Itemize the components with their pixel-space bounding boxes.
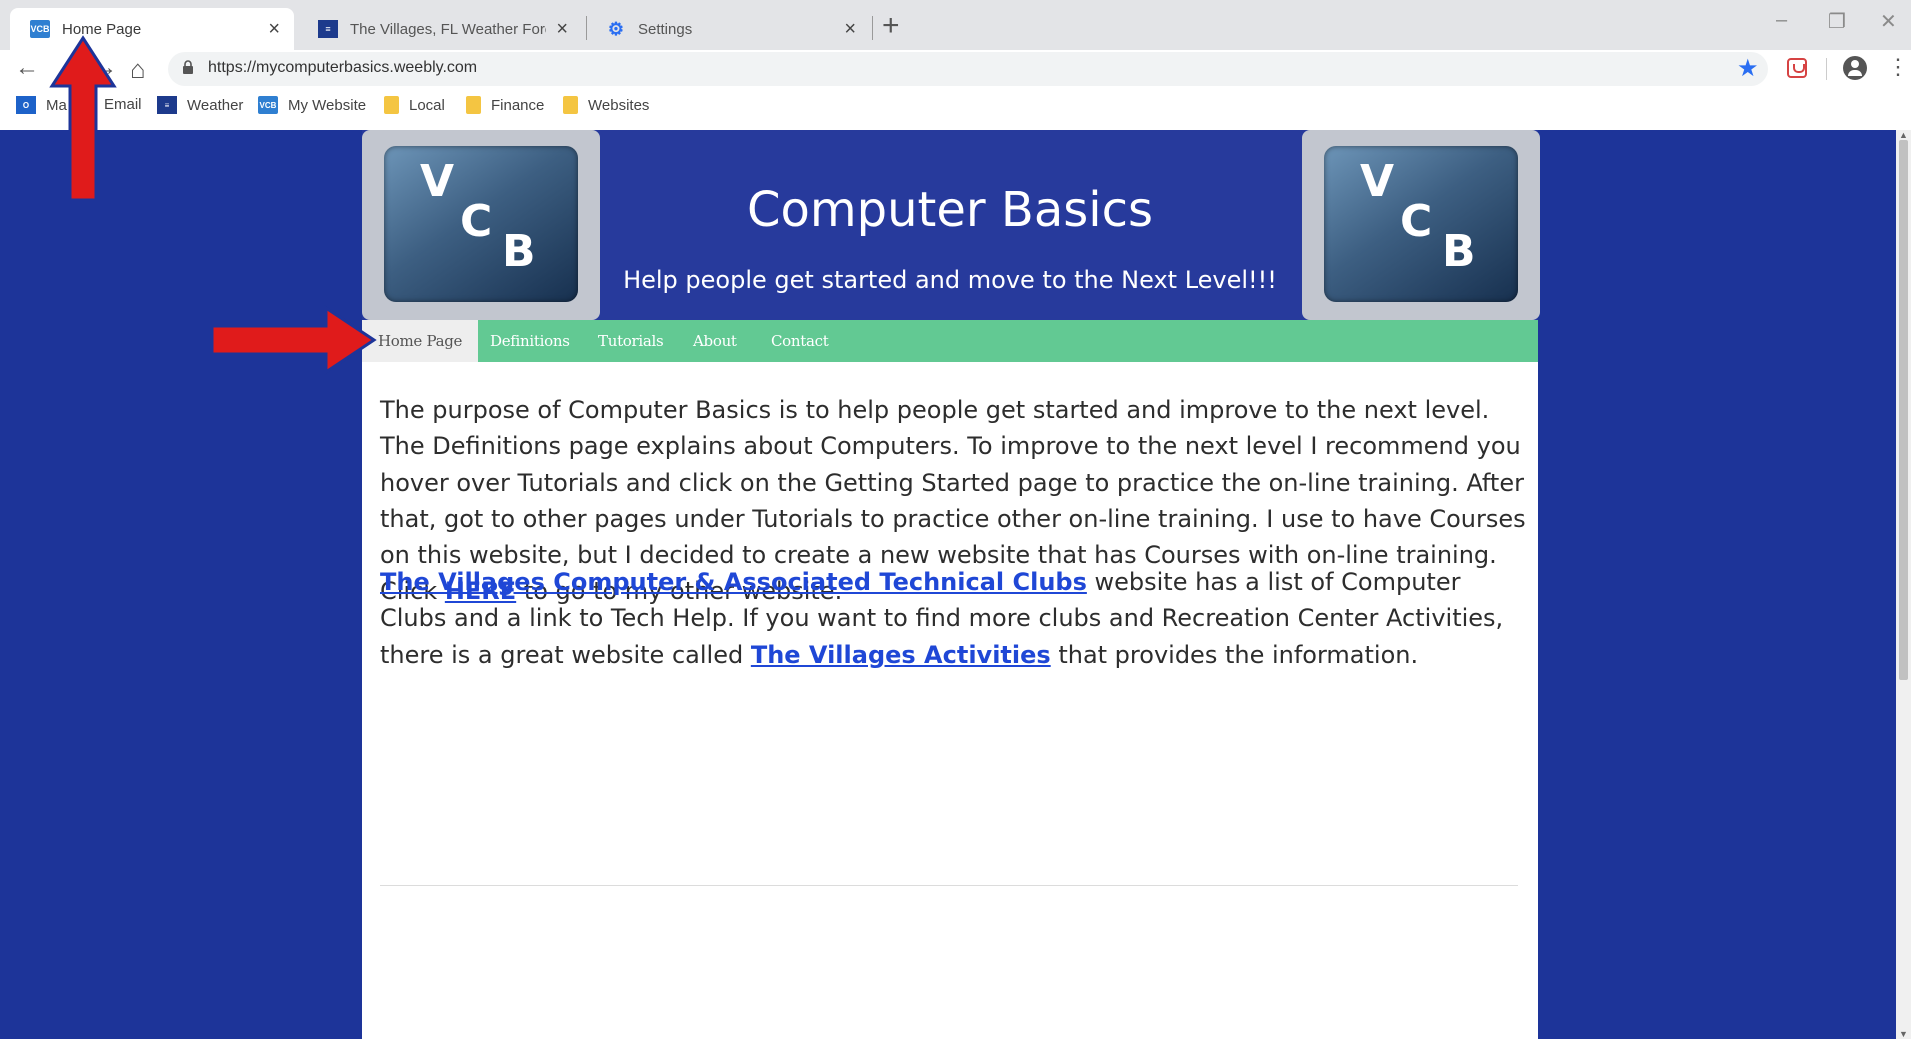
red-arrow-up-icon [49, 35, 117, 202]
nav-about[interactable]: About [693, 320, 737, 362]
bookmark-label: My Website [288, 96, 367, 114]
close-tab-icon[interactable]: × [844, 18, 856, 41]
bookmark-folder-finance[interactable]: Finance [466, 96, 544, 114]
logo-letter-b: B [1442, 226, 1476, 277]
new-tab-button[interactable]: + [882, 9, 900, 43]
profile-icon[interactable] [1843, 56, 1867, 80]
logo-letter-v: V [1360, 156, 1395, 207]
bookmark-label: Weather [187, 96, 244, 114]
close-tab-icon[interactable]: × [268, 18, 280, 41]
minimize-icon[interactable]: – [1776, 9, 1787, 32]
nav-tutorials[interactable]: Tutorials [598, 320, 664, 362]
scroll-up-icon[interactable]: ▲ [1899, 130, 1908, 140]
bookmark-my-website[interactable]: VCB My Website [258, 96, 366, 114]
folder-icon [466, 96, 481, 114]
main-content: The purpose of Computer Basics is to hel… [362, 362, 1538, 1039]
page-scrollbar[interactable]: ▲ ▼ [1896, 130, 1911, 1039]
paragraph-text: that provides the information. [1050, 640, 1419, 669]
vcb-logo-right: V C B [1302, 130, 1540, 320]
folder-icon [384, 96, 399, 114]
toolbar-divider [1826, 58, 1827, 80]
scroll-down-icon[interactable]: ▼ [1899, 1029, 1908, 1039]
nav-contact[interactable]: Contact [771, 320, 829, 362]
bookmark-label: Websites [588, 96, 650, 114]
lock-icon [183, 60, 193, 74]
nav-home-page[interactable]: Home Page [362, 320, 479, 362]
url-text[interactable]: https://mycomputerbasics.weebly.com [208, 59, 477, 77]
nav-definitions[interactable]: Definitions [490, 320, 570, 362]
red-arrow-right-icon [210, 305, 377, 375]
vcb-favicon-icon: VCB [258, 96, 278, 114]
home-icon[interactable]: ⌂ [130, 54, 146, 85]
villages-computer-clubs-link[interactable]: The Villages Computer & Associated Techn… [380, 568, 1087, 596]
restore-icon[interactable]: ❐ [1828, 9, 1846, 34]
tab-weather[interactable]: ≡ The Villages, FL Weather Forecas × [298, 8, 582, 50]
pocket-extension-icon[interactable] [1787, 58, 1807, 78]
villages-activities-link[interactable]: The Villages Activities [751, 641, 1051, 669]
outlook-icon: O [16, 96, 36, 114]
gear-icon: ⚙ [607, 18, 625, 39]
scrollbar-thumb[interactable] [1899, 140, 1908, 680]
tab-separator [872, 16, 873, 40]
vcb-favicon-icon: VCB [30, 20, 50, 38]
folder-icon [563, 96, 578, 114]
logo-tile: V C B [1324, 146, 1518, 302]
bookmark-folder-websites[interactable]: Websites [563, 96, 649, 114]
content-divider [380, 885, 1518, 886]
tab-title: The Villages, FL Weather Forecas [350, 20, 546, 38]
weather-favicon-icon: ≡ [157, 96, 177, 114]
logo-letter-c: C [1400, 196, 1433, 247]
tab-settings[interactable]: ⚙ Settings × [586, 8, 870, 50]
clubs-paragraph: The Villages Computer & Associated Techn… [380, 564, 1530, 673]
bookmark-weather[interactable]: ≡ Weather [157, 96, 243, 114]
weather-favicon-icon: ≡ [318, 20, 338, 38]
close-window-icon[interactable]: ✕ [1880, 9, 1897, 34]
bookmark-label: Finance [491, 96, 545, 114]
kebab-menu-icon[interactable]: ⋮ [1887, 54, 1909, 80]
site-nav: Home Page Definitions Tutorials About Co… [362, 320, 1538, 362]
bookmark-label: Local [409, 96, 445, 114]
site-header: V C B Computer Basics Help people get st… [362, 130, 1540, 320]
tab-title: Settings [638, 20, 693, 38]
back-arrow-icon[interactable]: ← [15, 54, 39, 82]
close-tab-icon[interactable]: × [556, 18, 568, 41]
bookmark-folder-local[interactable]: Local [384, 96, 445, 114]
bookmark-star-icon[interactable]: ★ [1737, 54, 1759, 83]
